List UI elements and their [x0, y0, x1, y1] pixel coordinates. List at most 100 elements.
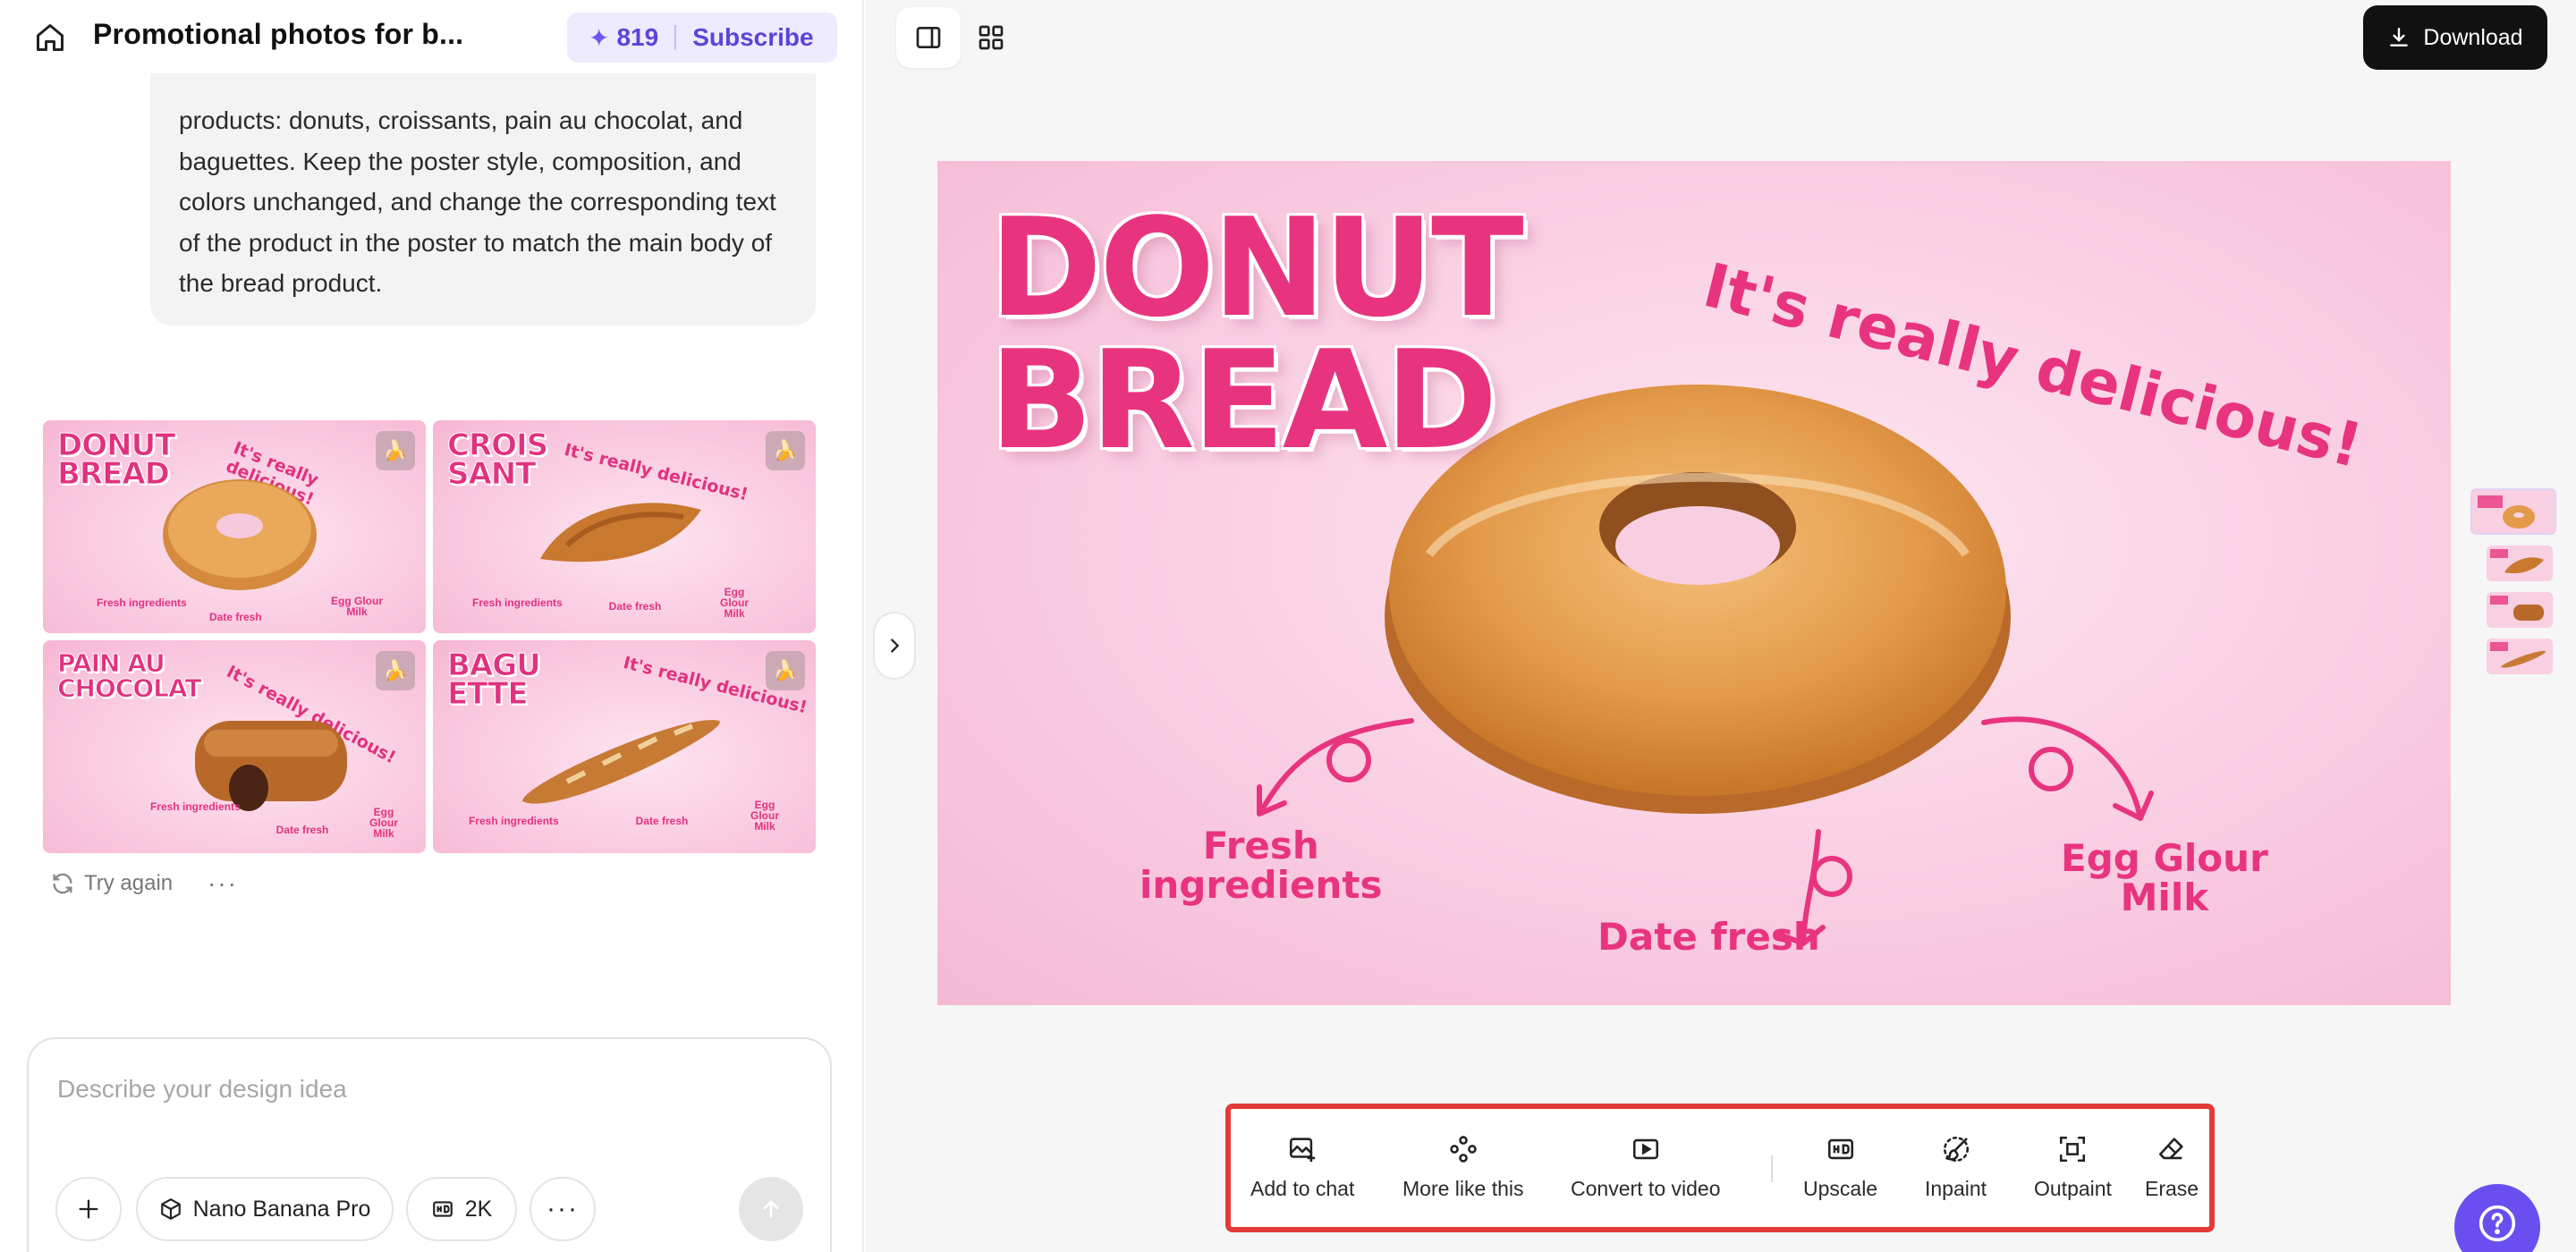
- send-button[interactable]: [739, 1177, 803, 1241]
- home-button[interactable]: [32, 20, 68, 55]
- page-preview: [2487, 592, 2553, 628]
- credits-pill[interactable]: ✦ 819 Subscribe: [567, 13, 837, 63]
- refresh-icon: [53, 873, 72, 894]
- subscribe-button[interactable]: Subscribe: [692, 23, 813, 52]
- convert-to-video-label: Convert to video: [1571, 1177, 1721, 1200]
- grid-view-button[interactable]: [971, 18, 1011, 57]
- thumbnail-title: PAIN AU CHOCOLAT: [57, 648, 203, 703]
- banana-badge-icon: 🍌: [766, 431, 805, 470]
- result-thumbnail-2[interactable]: CROIS SANT It's really delicious! Fresh …: [433, 420, 816, 633]
- resolution-label: 2K: [464, 1196, 493, 1222]
- page-thumbnail-4[interactable]: [2487, 639, 2553, 674]
- banana-badge-icon: 🍌: [376, 651, 415, 690]
- toolbar-divider: [1771, 1155, 1773, 1182]
- chat-header: Promotional photos for b... ✦ 819 Subscr…: [0, 0, 862, 73]
- add-to-chat-button[interactable]: Add to chat: [1250, 1134, 1354, 1201]
- add-button[interactable]: [55, 1177, 122, 1241]
- user-message-text: products: donuts, croissants, pain au ch…: [179, 106, 776, 297]
- thumbnail-label-egg: Egg Glour Milk: [750, 799, 779, 833]
- baguette-image: [522, 720, 720, 804]
- add-to-chat-label: Add to chat: [1250, 1177, 1355, 1200]
- convert-to-video-button[interactable]: Convert to video: [1571, 1134, 1720, 1201]
- image-action-toolbar: Add to chat More like this Convert to vi…: [1225, 1104, 2215, 1232]
- divider: [674, 25, 677, 50]
- upscale-button[interactable]: Upscale: [1803, 1134, 1877, 1201]
- video-icon: [1632, 1138, 1658, 1160]
- cube-icon: [160, 1198, 181, 1220]
- more-dots-icon: ···: [547, 1194, 579, 1223]
- grid-icon: [979, 25, 1004, 50]
- thumbnail-title: DONUT BREAD: [56, 427, 175, 492]
- panel-icon: [916, 27, 941, 48]
- main-poster-image[interactable]: DONUT BREAD It's really delicious! Fresh…: [937, 161, 2451, 1005]
- thumbnail-label-fresh: Fresh ingredients: [97, 596, 187, 609]
- try-again-button[interactable]: Try again: [50, 867, 173, 900]
- page-thumbnail-1[interactable]: [2470, 488, 2556, 535]
- expand-panel-button[interactable]: [873, 612, 916, 680]
- thumbnail-label-date: Date fresh: [635, 815, 689, 827]
- thumbnail-label-fresh: Fresh ingredients: [150, 800, 241, 813]
- croissant-image: [540, 503, 701, 563]
- image-plus-icon: [1290, 1138, 1316, 1163]
- thumbnail-label-date: Date fresh: [608, 600, 662, 613]
- page-preview: [2487, 639, 2553, 674]
- try-again-label: Try again: [84, 871, 174, 895]
- canvas-area: Download DONUT BREAD It's really delicio…: [866, 0, 2576, 1252]
- thumbnail-label-egg: Egg Glour Milk: [369, 806, 398, 840]
- more-options-icon[interactable]: ···: [208, 869, 238, 898]
- thumbnail-label-date: Date fresh: [275, 824, 329, 836]
- prompt-input[interactable]: Describe your design idea: [57, 1075, 347, 1104]
- outpaint-label: Outpaint: [2034, 1177, 2112, 1200]
- thumbnail-label-fresh: Fresh ingredients: [472, 596, 563, 609]
- thumbnail-label-egg: Egg Glour Milk: [720, 586, 749, 620]
- sparkle-icon: ✦: [589, 23, 610, 52]
- thumbnail-label-date: Date fresh: [209, 611, 262, 623]
- arrow-up-icon: [763, 1200, 779, 1218]
- banana-badge-icon: 🍌: [376, 431, 415, 470]
- outpaint-button[interactable]: Outpaint: [2034, 1134, 2112, 1201]
- banana-badge-icon: 🍌: [766, 651, 805, 690]
- home-icon: [37, 24, 64, 51]
- plus-icon: [79, 1199, 98, 1219]
- result-thumbnail-3[interactable]: PAIN AU CHOCOLAT It's really delicious! …: [43, 640, 426, 853]
- upscale-label: Upscale: [1803, 1177, 1878, 1200]
- model-selector[interactable]: Nano Banana Pro: [136, 1177, 394, 1241]
- page-thumbnail-3[interactable]: [2487, 592, 2553, 628]
- credits-count: 819: [616, 23, 659, 51]
- page-thumbnail-2[interactable]: [2487, 546, 2553, 581]
- download-button[interactable]: Download: [2363, 5, 2547, 70]
- erase-label: Erase: [2145, 1177, 2199, 1200]
- help-icon: [2479, 1205, 2516, 1242]
- hd-icon: [432, 1201, 453, 1217]
- chat-panel: products: donuts, croissants, pain au ch…: [0, 0, 864, 1252]
- poster-label-fresh: Fresh ingredients: [1140, 824, 1383, 907]
- donut-image: [163, 479, 317, 590]
- chevron-right-icon: [891, 639, 900, 653]
- user-message-bubble: products: donuts, croissants, pain au ch…: [150, 54, 816, 326]
- resolution-selector[interactable]: 2K: [406, 1177, 517, 1241]
- more-options-button[interactable]: ···: [530, 1177, 596, 1241]
- result-thumbnail-1[interactable]: DONUT BREAD It's really delicious! Fresh…: [43, 420, 426, 633]
- thumbnail-label-fresh: Fresh ingredients: [469, 815, 559, 827]
- poster-label-egg: Egg Glour Milk: [2061, 836, 2268, 919]
- more-like-this-label: More like this: [1402, 1177, 1524, 1200]
- inpaint-button[interactable]: Inpaint: [1925, 1134, 1987, 1201]
- inpaint-label: Inpaint: [1925, 1177, 1987, 1200]
- result-thumbnail-4[interactable]: BAGU ETTE It's really delicious! Fresh i…: [433, 640, 816, 853]
- eraser-icon: [2159, 1138, 2183, 1160]
- page-preview: [2487, 546, 2553, 581]
- brush-icon: [1943, 1136, 1969, 1163]
- project-title[interactable]: Promotional photos for b...: [93, 18, 463, 51]
- page-preview: [2472, 490, 2555, 533]
- sidebar-toggle-button[interactable]: [896, 7, 961, 68]
- hd-icon: [1827, 1138, 1853, 1160]
- erase-button[interactable]: Erase: [2145, 1134, 2199, 1201]
- download-icon: [2390, 28, 2409, 47]
- more-like-this-button[interactable]: More like this: [1402, 1134, 1523, 1201]
- sparkle-dots-icon: [1450, 1136, 1477, 1163]
- thumbnail-label-egg: Egg Glour Milk: [331, 595, 383, 618]
- download-label: Download: [2423, 24, 2523, 50]
- expand-icon: [2060, 1136, 2086, 1163]
- poster-label-date: Date fresh: [1597, 915, 1820, 959]
- help-button[interactable]: [2454, 1184, 2540, 1252]
